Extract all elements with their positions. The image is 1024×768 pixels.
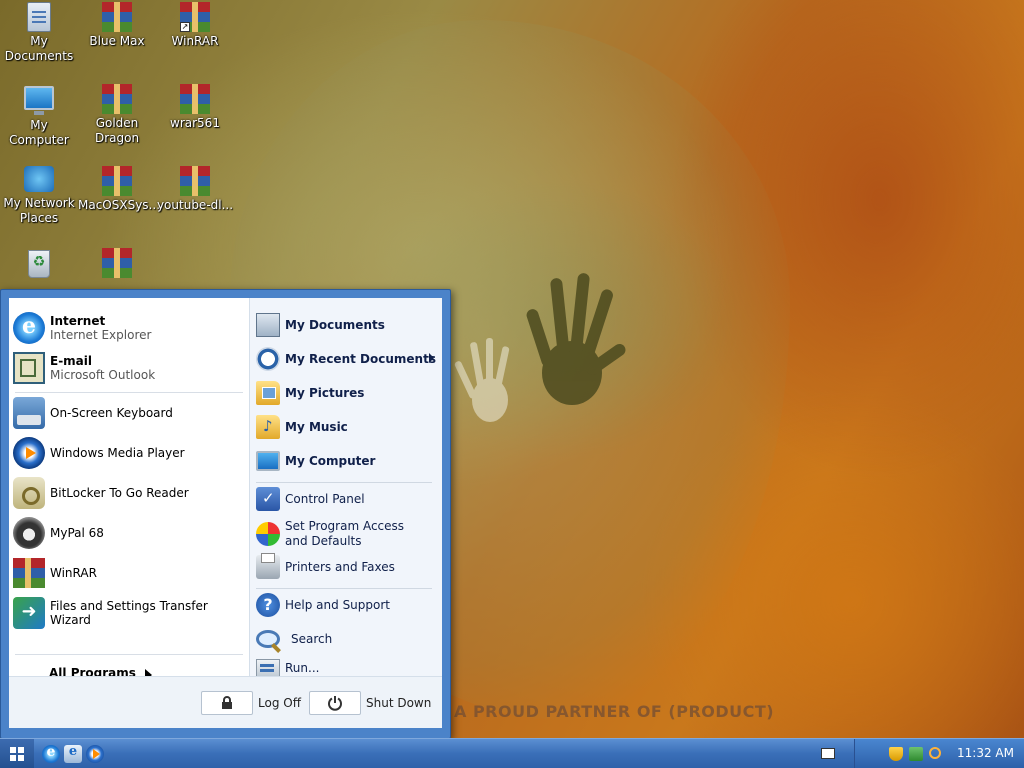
winrar-shortcut-icon: ↗ [180, 2, 210, 32]
place-my-pictures[interactable]: My Pictures [256, 378, 438, 408]
desktop-icon-golden-dragon[interactable]: Golden Dragon [78, 84, 156, 146]
winrar-archive-icon [102, 166, 132, 196]
program-on-screen-keyboard[interactable]: On-Screen Keyboard [13, 395, 245, 431]
help-and-support[interactable]: Help and Support [256, 590, 438, 620]
network-tray-icon[interactable] [909, 747, 923, 761]
outlook-icon [13, 352, 45, 384]
control-panel[interactable]: Control Panel [256, 484, 438, 514]
keyboard-tray-icon[interactable] [821, 748, 835, 759]
log-off-button[interactable]: Log Off [201, 690, 301, 716]
separator [15, 654, 243, 655]
winrar-archive-icon [102, 248, 132, 278]
recent-documents-icon [256, 347, 280, 371]
my-computer-icon [24, 86, 54, 115]
program-winrar[interactable]: WinRAR [13, 555, 245, 591]
start-button[interactable] [0, 739, 34, 768]
clock[interactable]: 11:32 AM [957, 746, 1014, 760]
desktop-icon-wrar561[interactable]: wrar561 [156, 84, 234, 131]
separator [256, 588, 432, 589]
pinned-internet[interactable]: Internet Internet Explorer [13, 310, 245, 346]
lock-icon [222, 696, 232, 709]
pictures-folder-icon [256, 381, 280, 405]
windows-logo-icon [10, 747, 24, 761]
desktop-icon-archive[interactable] [78, 248, 156, 280]
place-my-computer[interactable]: My Computer [256, 446, 438, 476]
help-icon [256, 593, 280, 617]
quicklaunch-show-desktop-icon[interactable] [64, 744, 82, 763]
desktop-icon-my-computer[interactable]: My Computer [0, 86, 78, 148]
desktop-icon-youtube-dl[interactable]: youtube-dl... [156, 166, 234, 213]
printer-icon [256, 553, 280, 579]
start-menu-footer: Log Off Shut Down [9, 676, 442, 728]
recycle-bin-icon [28, 250, 50, 278]
separator [256, 482, 432, 483]
set-program-access[interactable]: Set Program Access and Defaults [256, 514, 438, 554]
place-my-music[interactable]: My Music [256, 412, 438, 442]
winrar-archive-icon [102, 84, 132, 114]
bitlocker-icon [13, 477, 45, 509]
program-bitlocker-reader[interactable]: BitLocker To Go Reader [13, 475, 245, 511]
wallpaper-brand-text: A PROUD PARTNER OF (PRODUCT) [454, 702, 775, 721]
shut-down-button[interactable]: Shut Down [309, 690, 431, 716]
system-tray: 11:32 AM [821, 739, 1024, 768]
search-icon [256, 630, 280, 648]
run-icon [256, 659, 280, 677]
place-my-recent-documents[interactable]: My Recent Documents [256, 344, 438, 374]
taskbar: 11:32 AM [0, 738, 1024, 768]
control-panel-icon [256, 487, 280, 511]
desktop-icon-winrar[interactable]: ↗ WinRAR [156, 2, 234, 49]
search-tray-icon[interactable] [929, 747, 941, 759]
program-transfer-wizard[interactable]: Files and Settings Transfer Wizard [13, 595, 245, 631]
my-documents-icon [27, 2, 51, 32]
start-menu-programs-pane: Internet Internet Explorer E-mail Micros… [9, 298, 249, 681]
program-mypal[interactable]: MyPal 68 [13, 515, 245, 551]
program-windows-media-player[interactable]: Windows Media Player [13, 435, 245, 471]
winrar-archive-icon [102, 2, 132, 32]
documents-icon [256, 313, 280, 337]
pinned-email[interactable]: E-mail Microsoft Outlook [13, 350, 245, 386]
security-shield-icon[interactable] [889, 747, 903, 761]
quicklaunch-internet-explorer-icon[interactable] [42, 744, 60, 763]
power-icon [328, 696, 342, 711]
handprint-dark [526, 273, 626, 405]
submenu-arrow-icon [429, 353, 434, 363]
keyboard-icon [13, 397, 45, 429]
separator [15, 392, 243, 393]
desktop-icon-macosxsys[interactable]: MacOSXSys... [78, 166, 160, 213]
desktop-icon-recycle-bin[interactable] [0, 250, 78, 280]
winrar-archive-icon [180, 166, 210, 196]
start-menu: Internet Internet Explorer E-mail Micros… [0, 289, 451, 739]
winrar-icon [13, 558, 45, 588]
program-defaults-icon [256, 522, 280, 546]
transfer-wizard-icon [13, 597, 45, 629]
start-menu-places-pane: My Documents My Recent Documents My Pict… [249, 298, 442, 677]
music-folder-icon [256, 415, 280, 439]
desktop-icon-my-network-places[interactable]: My Network Places [0, 166, 78, 226]
printers-and-faxes[interactable]: Printers and Faxes [256, 552, 438, 582]
winrar-archive-icon [180, 84, 210, 114]
computer-icon [256, 451, 280, 471]
handprint-light [454, 338, 510, 422]
network-places-icon [24, 166, 54, 192]
media-player-icon [13, 437, 45, 469]
mypal-icon [13, 517, 45, 549]
search[interactable]: Search [256, 624, 438, 654]
desktop-icon-my-documents[interactable]: My Documents [0, 2, 78, 64]
place-my-documents[interactable]: My Documents [256, 310, 438, 340]
internet-explorer-icon [13, 312, 45, 344]
quicklaunch-media-player-icon[interactable] [86, 745, 104, 763]
desktop-icon-blue-max[interactable]: Blue Max [78, 2, 156, 49]
